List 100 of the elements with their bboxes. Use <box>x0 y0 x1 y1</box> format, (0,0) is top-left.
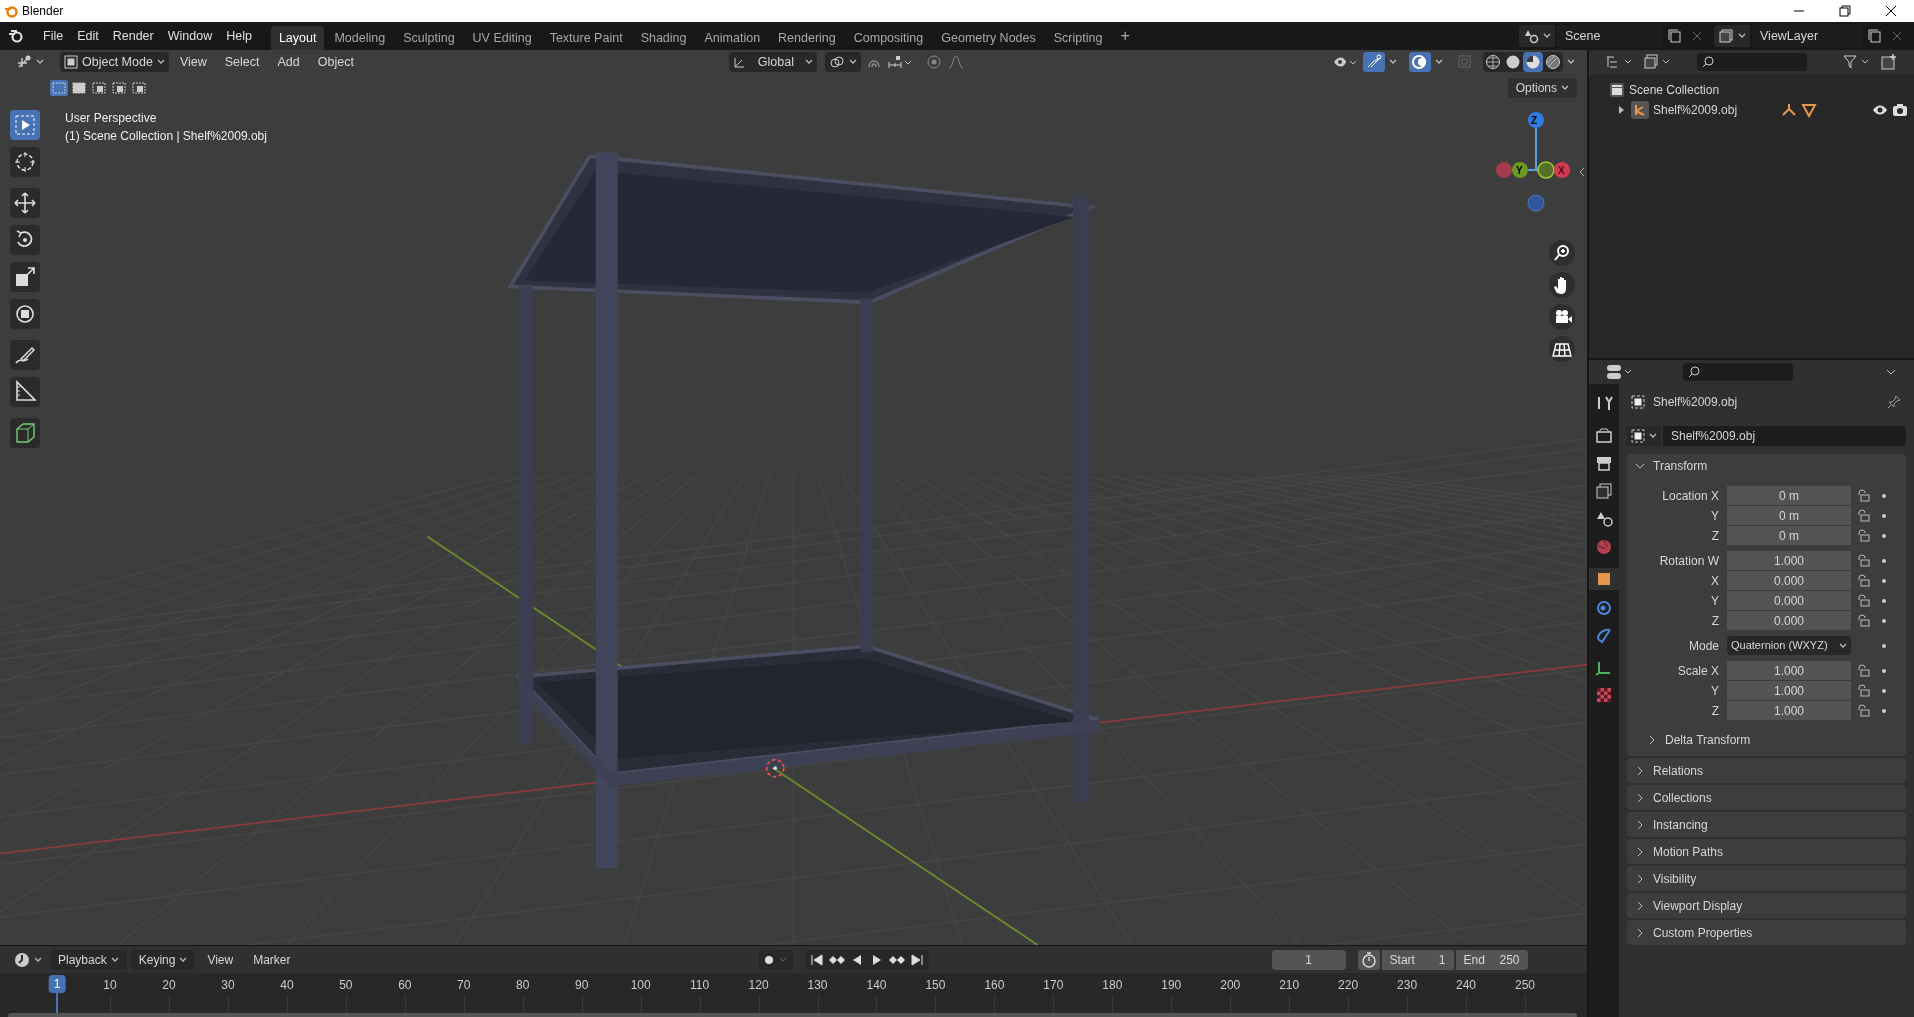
search-field[interactable] <box>1683 363 1793 381</box>
menu-item[interactable]: Add <box>270 52 307 72</box>
pivot-dropdown[interactable] <box>824 52 861 72</box>
selection-mode-icon[interactable] <box>110 80 128 96</box>
panel-header[interactable]: Motion Paths <box>1627 839 1906 864</box>
tool-button[interactable] <box>10 418 40 448</box>
selection-mode-icon[interactable] <box>130 80 148 96</box>
number-field[interactable]: 0.000 <box>1727 611 1851 630</box>
menu-item[interactable]: View <box>199 949 242 970</box>
view-layer-menu-button[interactable] <box>1714 25 1750 47</box>
workspace-tab[interactable]: Modeling <box>326 26 394 50</box>
workspace-tab[interactable]: Scripting <box>1045 26 1111 50</box>
scene-menu-button[interactable] <box>1519 25 1555 47</box>
scene-field[interactable]: Scene <box>1557 25 1662 47</box>
timeline-ruler[interactable]: 1 10 20 30 40 50 60 70 80 90 100 110 120 130 140 150 160 170 180 190 200 210 220 230 240 250 <box>0 973 1587 1017</box>
tool-button[interactable] <box>10 377 40 407</box>
menu-item[interactable]: View <box>172 52 214 72</box>
tool-button[interactable] <box>10 110 40 140</box>
menu-item[interactable]: Marker <box>245 949 299 970</box>
menu-item[interactable]: Select <box>217 52 267 72</box>
menu-item[interactable]: File <box>36 25 71 47</box>
new-collection-icon[interactable] <box>1880 53 1898 71</box>
outliner-item[interactable]: Shelf%2009.obj <box>1653 101 1777 119</box>
proportional-edit-icon[interactable] <box>924 53 943 71</box>
shading-mode-button[interactable] <box>1543 52 1563 72</box>
end-frame-field[interactable]: End 250 <box>1455 949 1528 970</box>
viewport[interactable]: Object Mode View Select Add Object Global User Perspective (1) Scene Collection | Shelf%2009.obj Options Z Y X <box>0 50 1587 945</box>
number-field[interactable]: 0.000 <box>1727 591 1851 610</box>
workspace-tab[interactable]: Compositing <box>845 26 932 50</box>
tool-button[interactable] <box>10 225 40 255</box>
stopwatch-icon[interactable] <box>1357 949 1380 970</box>
selection-mode-icon[interactable] <box>70 80 88 96</box>
mode-dropdown[interactable]: Object Mode <box>60 52 169 72</box>
panel-header[interactable]: Instancing <box>1627 812 1906 837</box>
navigation-gizmo[interactable] <box>1496 112 1570 212</box>
shading-mode-button[interactable] <box>1523 52 1543 72</box>
gizmo-toggle-icon[interactable] <box>1363 52 1385 72</box>
overlay-icon[interactable] <box>1409 52 1431 72</box>
number-field[interactable]: 0 m <box>1727 506 1851 525</box>
tool-button[interactable] <box>10 147 40 177</box>
panel-header[interactable]: Viewport Display <box>1627 893 1906 918</box>
jump-start-icon[interactable] <box>808 951 825 968</box>
start-frame-field[interactable]: Start 1 <box>1381 949 1454 970</box>
search-field[interactable] <box>1697 53 1807 71</box>
number-field[interactable]: 1.000 <box>1727 551 1851 570</box>
menu-item[interactable]: Window <box>160 25 220 47</box>
3d-cursor-icon[interactable] <box>765 758 785 778</box>
zoom-icon[interactable] <box>1549 240 1575 266</box>
tool-button[interactable] <box>10 340 40 370</box>
record-icon[interactable] <box>758 949 793 970</box>
workspace-tab[interactable]: Sculpting <box>395 26 463 50</box>
panel-header[interactable]: Transform <box>1627 454 1906 478</box>
number-field[interactable]: 1.000 <box>1727 681 1851 700</box>
workspace-tab[interactable]: Geometry Nodes <box>933 26 1044 50</box>
object-type-button[interactable] <box>1627 426 1661 446</box>
workspace-tab[interactable]: Animation <box>696 26 769 50</box>
panel-header[interactable]: Collections <box>1627 785 1906 810</box>
properties-tab[interactable] <box>1589 568 1619 590</box>
axes-icon[interactable] <box>1781 102 1797 118</box>
panel-header[interactable]: Relations <box>1627 758 1906 783</box>
workspace-tab[interactable]: Shading <box>632 26 695 50</box>
snap-icon[interactable] <box>886 53 913 71</box>
pin-icon[interactable] <box>1886 394 1902 410</box>
view-layer-field[interactable]: ViewLayer <box>1752 25 1862 47</box>
selection-mode-icon[interactable] <box>90 80 108 96</box>
workspace-tab[interactable]: Texture Paint <box>541 26 631 50</box>
outliner-item[interactable]: Scene Collection <box>1629 81 1720 99</box>
hand-icon[interactable] <box>1549 272 1575 298</box>
panel-header[interactable]: Custom Properties <box>1627 920 1906 945</box>
panel-header[interactable]: Visibility <box>1627 866 1906 891</box>
collapse-icon[interactable] <box>1577 166 1587 178</box>
number-field[interactable]: 0 m <box>1727 486 1851 505</box>
add-workspace-button[interactable]: + <box>1112 24 1138 48</box>
shading-mode-button[interactable] <box>1483 52 1503 72</box>
tool-button[interactable] <box>10 299 40 329</box>
menu-item[interactable]: Edit <box>70 25 106 47</box>
current-frame-field[interactable]: 1 <box>1271 949 1346 970</box>
subpanel-header[interactable]: Delta Transform <box>1627 728 1906 752</box>
camera-icon[interactable] <box>1549 304 1575 330</box>
number-field[interactable]: 1.000 <box>1727 661 1851 680</box>
menu-item[interactable]: Help <box>219 25 259 47</box>
workspace-tab[interactable]: Rendering <box>770 26 844 50</box>
menu-item[interactable]: Keying <box>130 949 196 970</box>
options-button[interactable]: Options <box>1507 78 1577 98</box>
jump-end-icon[interactable] <box>908 951 925 968</box>
number-field[interactable]: 0 m <box>1727 526 1851 545</box>
mesh-icon[interactable] <box>1801 102 1817 118</box>
app-logo-icon[interactable] <box>8 28 24 44</box>
workspace-tab[interactable]: UV Editing <box>464 26 540 50</box>
tool-button[interactable] <box>10 188 40 218</box>
orientation-dropdown[interactable]: Global <box>728 52 817 72</box>
workspace-tab[interactable]: Layout <box>270 26 325 50</box>
menu-item[interactable]: Render <box>105 25 161 47</box>
menu-item[interactable]: Playback <box>50 949 127 970</box>
mode-dropdown[interactable]: Quaternion (WXYZ) <box>1727 636 1851 655</box>
menu-item[interactable]: Object <box>310 52 361 72</box>
number-field[interactable]: 1.000 <box>1727 701 1851 720</box>
camera-icon[interactable] <box>1892 102 1908 118</box>
number-field[interactable]: 0.000 <box>1727 571 1851 590</box>
tool-button[interactable] <box>10 262 40 292</box>
